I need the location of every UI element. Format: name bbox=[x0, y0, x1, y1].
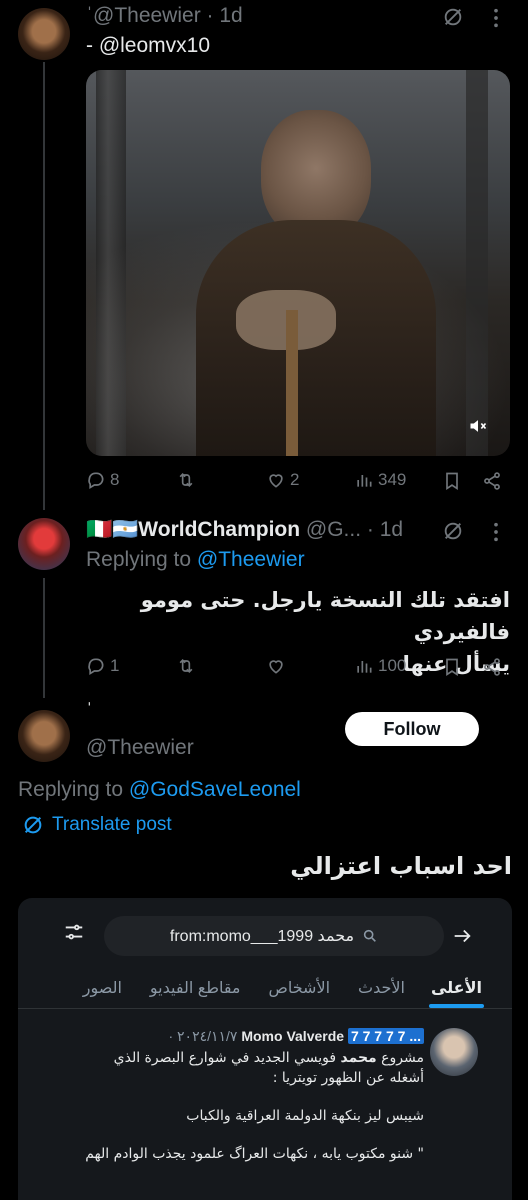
bookmark-icon[interactable] bbox=[440, 470, 464, 492]
embedded-screenshot[interactable]: from:momo___1999 محمد الأعلى الأحدث الأش… bbox=[18, 898, 512, 1200]
embedded-badges: 7 7 7 7 7 ... bbox=[347, 1028, 424, 1044]
more-icon[interactable] bbox=[484, 6, 508, 30]
embedded-tweet-line: أشغله عن الظهور تويتريا : bbox=[272, 1070, 424, 1086]
like-icon bbox=[269, 474, 283, 488]
reply-icon bbox=[88, 472, 104, 489]
embedded-search-value: from:momo___1999 محمد bbox=[169, 928, 355, 945]
post-text-line: افتقد تلك النسخة يارجل. حتى مومو فالفيرد… bbox=[140, 588, 510, 644]
views-button[interactable]: 100 bbox=[354, 656, 406, 676]
bookmark-icon[interactable] bbox=[440, 656, 464, 678]
replying-prefix: Replying to bbox=[86, 548, 192, 571]
separator-dot: · bbox=[206, 4, 214, 27]
reply-count: 8 bbox=[110, 470, 120, 489]
post-text: احد اسباب اعتزالي bbox=[290, 852, 512, 880]
replying-to: Replying to @GodSaveLeonel bbox=[18, 778, 301, 802]
quote-mark: ˈ bbox=[86, 4, 93, 27]
embedded-tab: الأشخاص bbox=[268, 980, 331, 997]
embedded-tab: مقاطع الفيديو bbox=[149, 980, 241, 997]
like-button[interactable] bbox=[266, 656, 290, 676]
post-header: ˈ@Theewier · 1d bbox=[86, 4, 243, 28]
like-icon bbox=[269, 660, 283, 674]
embedded-divider bbox=[18, 1008, 512, 1009]
embedded-tweet-line: شيبس ليز بنكهة الدولمة العراقية والكباب bbox=[186, 1108, 424, 1124]
reply-button[interactable]: 8 bbox=[86, 470, 119, 490]
more-icon[interactable] bbox=[484, 520, 508, 544]
video-player[interactable] bbox=[86, 70, 510, 456]
embedded-tweet-line: " شنو مكتوب يابه ، نكهات العراگ علمود يج… bbox=[85, 1146, 424, 1162]
grok-icon[interactable] bbox=[440, 518, 466, 544]
post-time[interactable]: 1d bbox=[380, 518, 403, 541]
embedded-tab-active: الأعلى bbox=[419, 968, 494, 1008]
views-count: 349 bbox=[378, 470, 407, 489]
views-icon bbox=[357, 475, 372, 487]
display-name[interactable]: ˈ bbox=[86, 700, 93, 723]
embedded-avatar bbox=[430, 1028, 478, 1076]
user-handle[interactable]: @Theewier bbox=[86, 736, 194, 760]
user-handle[interactable]: @G... bbox=[306, 518, 361, 541]
share-icon[interactable] bbox=[480, 656, 504, 678]
replying-handle-link[interactable]: @Theewier bbox=[197, 548, 305, 571]
like-button[interactable]: 2 bbox=[266, 470, 299, 490]
views-button[interactable]: 349 bbox=[354, 470, 406, 490]
views-icon bbox=[357, 661, 372, 673]
repost-icon bbox=[179, 472, 193, 488]
embedded-search-box: from:momo___1999 محمد bbox=[104, 916, 444, 956]
reply-icon bbox=[88, 658, 104, 675]
arrow-right-icon bbox=[450, 924, 474, 948]
repost-button[interactable] bbox=[176, 470, 200, 490]
repost-button[interactable] bbox=[176, 656, 200, 676]
replying-prefix: Replying to bbox=[18, 778, 124, 801]
embedded-tab: الأحدث bbox=[358, 980, 405, 997]
replying-text[interactable]: - @leomvx10 bbox=[86, 34, 210, 58]
post-header: 🇮🇹🇦🇷WorldChampion @G... · 1d bbox=[86, 518, 436, 542]
avatar[interactable] bbox=[18, 8, 70, 60]
post-time[interactable]: 1d bbox=[219, 4, 242, 27]
thread-line-mid bbox=[43, 578, 45, 698]
embedded-tweet-header: Momo Valverde 7 7 7 7 7 ... ٢٠٢٤/١١/٧ · bbox=[74, 1028, 424, 1045]
replying-to: Replying to @Theewier bbox=[86, 548, 305, 572]
display-name[interactable]: 🇮🇹🇦🇷WorldChampion bbox=[86, 518, 300, 541]
reply-button[interactable]: 1 bbox=[86, 656, 119, 676]
embedded-tabs: الأعلى الأحدث الأشخاص مقاطع الفيديو الصو… bbox=[18, 968, 512, 1008]
video-cane bbox=[286, 310, 298, 456]
reply-count: 1 bbox=[110, 656, 120, 675]
replying-handle-link[interactable]: @GodSaveLeonel bbox=[129, 778, 301, 801]
avatar[interactable] bbox=[18, 710, 70, 762]
translate-post[interactable]: Translate post bbox=[22, 814, 172, 836]
grok-icon[interactable] bbox=[440, 4, 466, 30]
like-count: 2 bbox=[290, 470, 300, 489]
embedded-tweet-line: مشروع محمد فويسي الجديد في شوارع البصرة … bbox=[113, 1050, 424, 1066]
embedded-tweet-body: مشروع محمد فويسي الجديد في شوارع البصرة … bbox=[38, 1048, 424, 1164]
views-count: 100 bbox=[378, 656, 407, 675]
repost-icon bbox=[179, 658, 193, 674]
search-icon bbox=[363, 929, 376, 942]
embedded-date: ٢٠٢٤/١١/٧ · bbox=[168, 1028, 238, 1044]
embedded-name: Momo Valverde bbox=[241, 1028, 345, 1044]
user-handle[interactable]: @Theewier bbox=[93, 4, 201, 27]
follow-button[interactable]: Follow bbox=[345, 712, 479, 746]
embedded-tab: الصور bbox=[82, 980, 122, 997]
separator-dot: · bbox=[366, 518, 374, 541]
thread-line-top bbox=[43, 62, 45, 510]
share-icon[interactable] bbox=[480, 470, 504, 492]
filter-icon bbox=[62, 920, 86, 944]
translate-icon bbox=[24, 816, 42, 834]
avatar[interactable] bbox=[18, 518, 70, 570]
mute-icon[interactable] bbox=[464, 412, 492, 440]
translate-label: Translate post bbox=[52, 814, 172, 835]
